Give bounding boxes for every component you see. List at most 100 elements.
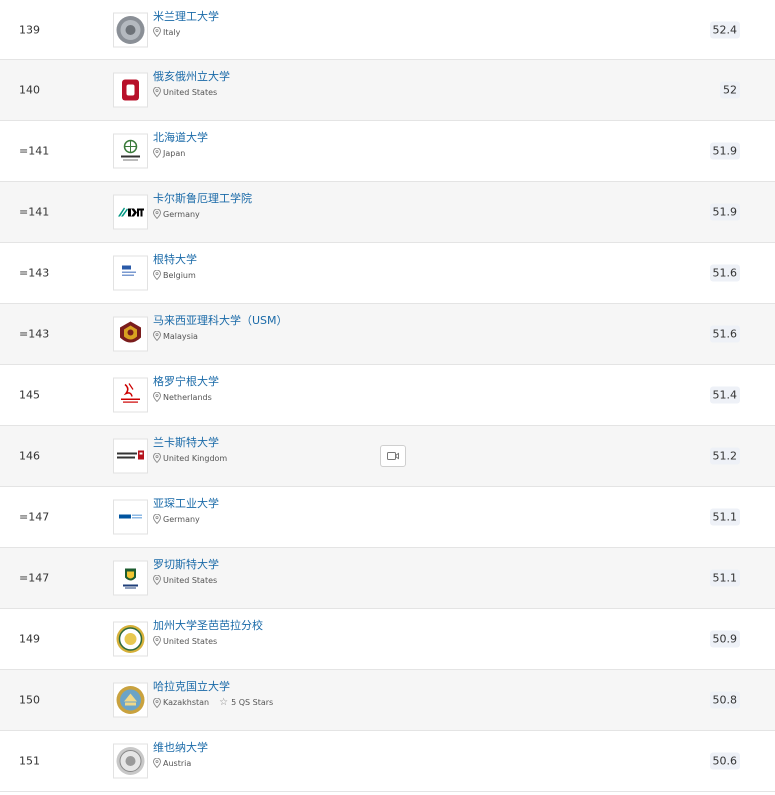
rank-value: =143 xyxy=(19,327,50,341)
overall-score: 51.2 xyxy=(709,447,740,465)
university-logo[interactable] xyxy=(114,439,147,473)
table-row[interactable]: 151 维也纳大学 Austria 50.6 xyxy=(0,731,775,792)
qs-stars[interactable]: ☆ 5 QS Stars xyxy=(219,697,273,708)
rank-value: 145 xyxy=(19,388,40,402)
country-text: United States xyxy=(163,575,218,585)
location: Netherlands xyxy=(153,392,212,402)
university-logo[interactable] xyxy=(114,134,147,168)
rank-value: 140 xyxy=(19,83,40,97)
university-logo[interactable] xyxy=(114,195,147,229)
university-name-link[interactable]: 米兰理工大学 xyxy=(153,8,219,24)
ranking-list: 139 米兰理工大学 Italy 52.4 140 俄亥俄州立大学 United… xyxy=(0,0,775,792)
table-row[interactable]: =147 罗切斯特大学 United States 51.1 xyxy=(0,548,775,609)
location-pin-icon xyxy=(153,27,161,37)
qs-stars-label: 5 QS Stars xyxy=(231,698,274,707)
location-pin-icon xyxy=(153,575,161,585)
location-pin-icon xyxy=(153,148,161,158)
country-text: Germany xyxy=(163,514,200,524)
university-name-link[interactable]: 罗切斯特大学 xyxy=(153,556,219,572)
overall-score: 51.6 xyxy=(709,264,740,282)
location: Italy xyxy=(153,27,180,37)
university-name-link[interactable]: 根特大学 xyxy=(153,251,197,267)
university-logo[interactable] xyxy=(114,73,147,107)
location: United States xyxy=(153,87,217,97)
location: Japan xyxy=(153,148,185,158)
university-name-link[interactable]: 兰卡斯特大学 xyxy=(153,434,219,450)
overall-score: 51.1 xyxy=(709,508,740,526)
location-pin-icon xyxy=(153,87,161,97)
location-pin-icon xyxy=(153,453,161,463)
rank-value: 139 xyxy=(19,23,40,36)
star-icon: ☆ xyxy=(219,697,229,708)
table-row[interactable]: =141 卡尔斯鲁厄理工学院 Germany 51.9 xyxy=(0,182,775,243)
university-name-link[interactable]: 格罗宁根大学 xyxy=(153,373,219,389)
rank-value: 151 xyxy=(19,754,40,768)
location-pin-icon xyxy=(153,758,161,768)
university-name-link[interactable]: 俄亥俄州立大学 xyxy=(153,68,230,84)
table-row[interactable]: 139 米兰理工大学 Italy 52.4 xyxy=(0,0,775,60)
table-row[interactable]: 145 格罗宁根大学 Netherlands 51.4 xyxy=(0,365,775,426)
rank-value: =143 xyxy=(19,266,50,280)
university-name-link[interactable]: 北海道大学 xyxy=(153,129,208,145)
overall-score: 52 xyxy=(720,81,740,99)
location-pin-icon xyxy=(153,392,161,402)
country-text: Malaysia xyxy=(163,331,198,341)
university-logo[interactable] xyxy=(114,13,147,46)
location-pin-icon xyxy=(153,514,161,524)
university-name-link[interactable]: 亚琛工业大学 xyxy=(153,495,219,511)
university-logo[interactable] xyxy=(114,378,147,412)
table-row[interactable]: =147 亚琛工业大学 Germany 51.1 xyxy=(0,487,775,548)
location-pin-icon xyxy=(153,697,161,708)
location: Belgium xyxy=(153,270,196,280)
university-name-link[interactable]: 哈拉克国立大学 xyxy=(153,678,230,694)
location-pin-icon xyxy=(153,209,161,219)
overall-score: 50.9 xyxy=(709,630,740,648)
overall-score: 52.4 xyxy=(709,21,740,38)
country-text: Austria xyxy=(163,758,192,768)
video-button[interactable] xyxy=(380,445,406,467)
location: Germany xyxy=(153,514,200,524)
location: Germany xyxy=(153,209,200,219)
overall-score: 51.6 xyxy=(709,325,740,343)
country-text: United States xyxy=(163,636,218,646)
university-logo[interactable] xyxy=(114,500,147,534)
location: Austria xyxy=(153,758,191,768)
location-pin-icon xyxy=(153,636,161,646)
university-name-link[interactable]: 加州大学圣芭芭拉分校 xyxy=(153,617,263,633)
overall-score: 51.4 xyxy=(709,386,740,404)
university-logo[interactable] xyxy=(114,683,147,717)
country-text: Kazakhstan xyxy=(163,698,210,707)
table-row[interactable]: 140 俄亥俄州立大学 United States 52 xyxy=(0,60,775,121)
overall-score: 50.8 xyxy=(709,691,740,709)
country-text: Italy xyxy=(163,27,181,37)
country-text: Germany xyxy=(163,209,200,219)
university-name-link[interactable]: 维也纳大学 xyxy=(153,739,208,755)
university-logo[interactable] xyxy=(114,561,147,595)
country-text: United Kingdom xyxy=(163,453,228,463)
university-logo[interactable] xyxy=(114,317,147,351)
university-name-link[interactable]: 卡尔斯鲁厄理工学院 xyxy=(153,190,252,206)
rank-value: =141 xyxy=(19,144,50,158)
location-pin-icon xyxy=(153,270,161,280)
university-logo[interactable] xyxy=(114,744,147,778)
table-row[interactable]: 146 兰卡斯特大学 United Kingdom 51.2 xyxy=(0,426,775,487)
table-row[interactable]: 150 哈拉克国立大学 Kazakhstan ☆ 5 QS Stars 50.8 xyxy=(0,670,775,731)
location: United Kingdom xyxy=(153,453,227,463)
university-logo[interactable] xyxy=(114,622,147,656)
overall-score: 51.1 xyxy=(709,569,740,587)
university-logo[interactable] xyxy=(114,256,147,290)
table-row[interactable]: =143 马来西亚理科大学（USM） Malaysia 51.6 xyxy=(0,304,775,365)
location-pin-icon xyxy=(153,331,161,341)
video-camera-icon xyxy=(387,452,399,460)
university-name-link[interactable]: 马来西亚理科大学（USM） xyxy=(153,312,288,328)
country-text: Netherlands xyxy=(163,392,212,402)
table-row[interactable]: 149 加州大学圣芭芭拉分校 United States 50.9 xyxy=(0,609,775,670)
location: Kazakhstan ☆ 5 QS Stars xyxy=(153,697,273,708)
location: United States xyxy=(153,636,217,646)
rank-value: =141 xyxy=(19,205,50,219)
rank-value: 149 xyxy=(19,632,40,646)
table-row[interactable]: =143 根特大学 Belgium 51.6 xyxy=(0,243,775,304)
table-row[interactable]: =141 北海道大学 Japan 51.9 xyxy=(0,121,775,182)
rank-value: 150 xyxy=(19,693,40,707)
country-text: United States xyxy=(163,87,218,97)
